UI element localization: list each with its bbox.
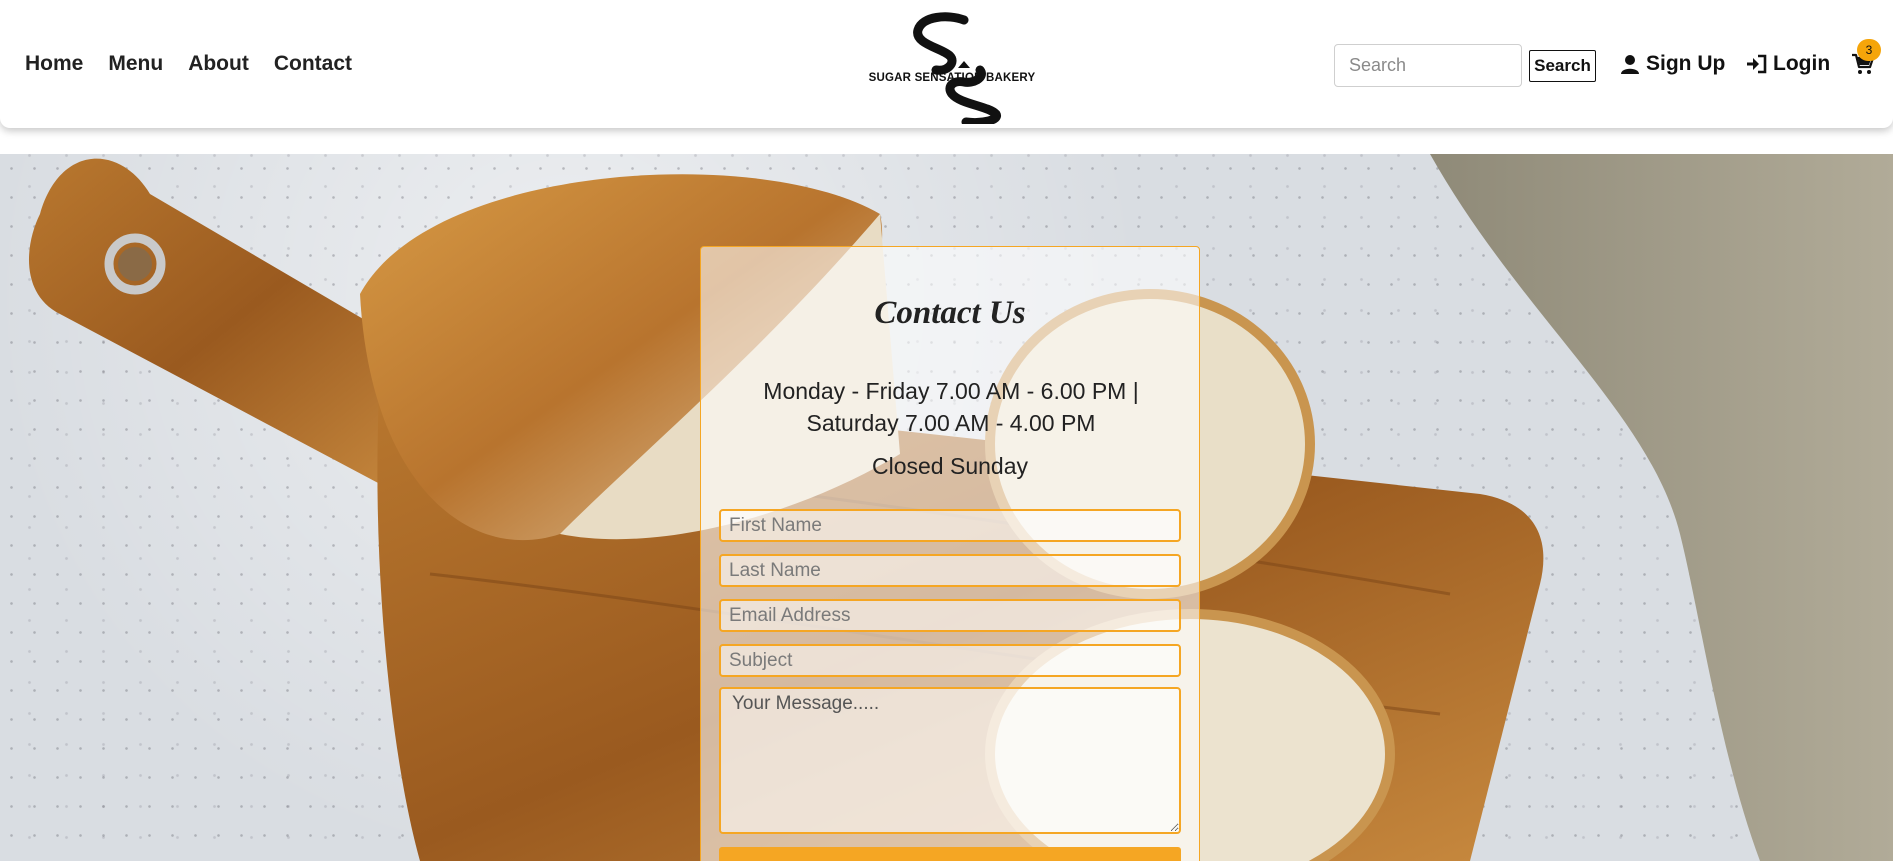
- bakery-logo[interactable]: SUGAR SENSATION BAKERY: [862, 12, 1042, 127]
- email-field[interactable]: [719, 599, 1181, 632]
- site-header: Home Menu About Contact SUGAR SENSATION …: [0, 0, 1893, 128]
- nav-menu-link[interactable]: Menu: [108, 52, 163, 76]
- message-textarea[interactable]: [719, 687, 1181, 834]
- first-name-field[interactable]: [719, 509, 1181, 542]
- nav-contact-link[interactable]: Contact: [274, 52, 352, 76]
- nav-about-link[interactable]: About: [188, 52, 249, 76]
- closed-notice: Closed Sunday: [872, 453, 1028, 479]
- sign-up-label: Sign Up: [1646, 52, 1726, 75]
- search-input[interactable]: [1334, 44, 1522, 87]
- submit-button[interactable]: [719, 847, 1181, 861]
- last-name-field[interactable]: [719, 554, 1181, 587]
- cart-count-badge: 3: [1857, 39, 1881, 61]
- sign-in-icon: [1747, 54, 1767, 74]
- sign-up-button[interactable]: Sign Up: [1620, 52, 1725, 76]
- subject-field[interactable]: [719, 644, 1181, 677]
- main-nav: Home Menu About Contact: [25, 52, 352, 76]
- nav-home-link[interactable]: Home: [25, 52, 83, 76]
- search-button[interactable]: Search: [1529, 50, 1596, 82]
- logo-wordmark: SUGAR SENSATION BAKERY: [868, 72, 1036, 84]
- business-hours: Monday - Friday 7.00 AM - 6.00 PM | Satu…: [763, 378, 1139, 436]
- user-icon: [1621, 55, 1639, 74]
- login-label: Login: [1773, 52, 1831, 75]
- login-button[interactable]: Login: [1746, 52, 1830, 76]
- contact-title: Contact Us: [874, 295, 1026, 331]
- contact-form-card: Contact Us Monday - Friday 7.00 AM - 6.0…: [700, 246, 1200, 861]
- logo-ss-monogram: [913, 12, 1002, 127]
